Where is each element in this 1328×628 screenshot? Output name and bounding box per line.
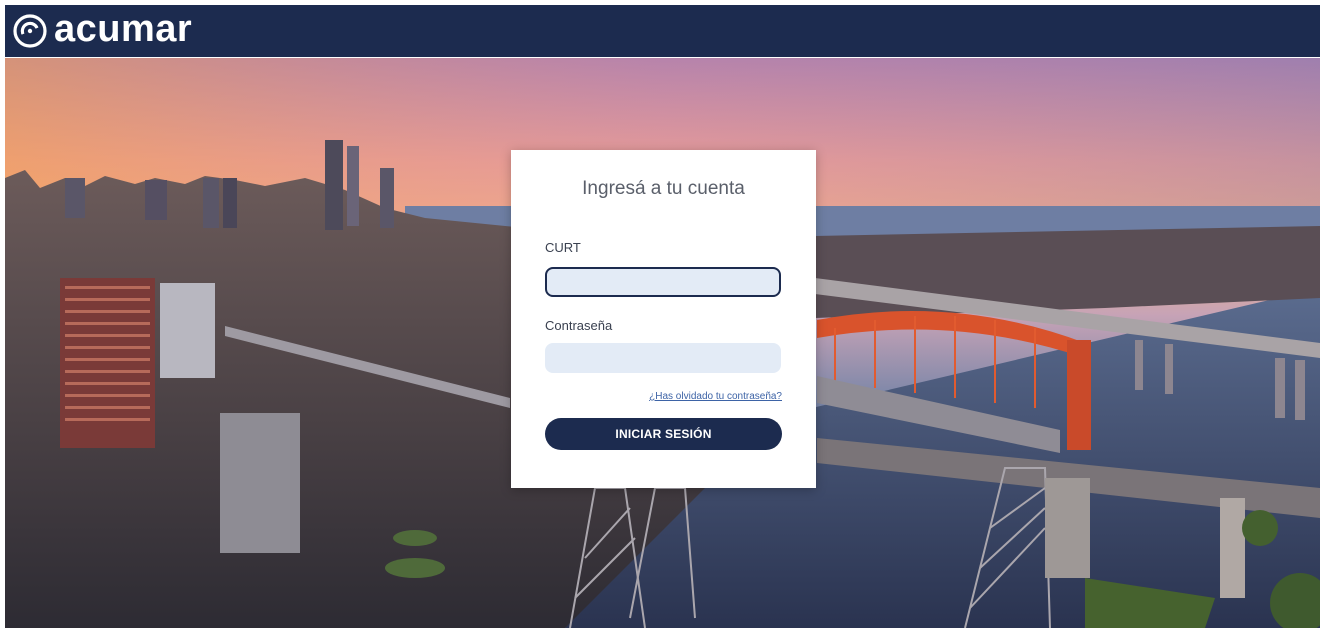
login-card: Ingresá a tu cuenta CURT Contraseña ¿Has…: [511, 150, 816, 488]
password-input[interactable]: [545, 343, 781, 373]
logo-wordmark: acumar: [54, 8, 193, 50]
top-header-bar: acumar: [5, 5, 1320, 57]
login-title: Ingresá a tu cuenta: [582, 178, 745, 199]
curt-input[interactable]: [545, 267, 781, 297]
login-submit-button[interactable]: INICIAR SESIÓN: [545, 418, 782, 450]
curt-label: CURT: [545, 240, 581, 255]
password-label: Contraseña: [545, 318, 613, 333]
acumar-logo[interactable]: acumar: [12, 8, 193, 50]
forgot-password-link[interactable]: ¿Has olvidado tu contraseña?: [649, 391, 782, 402]
acumar-swirl-icon: [13, 14, 47, 48]
